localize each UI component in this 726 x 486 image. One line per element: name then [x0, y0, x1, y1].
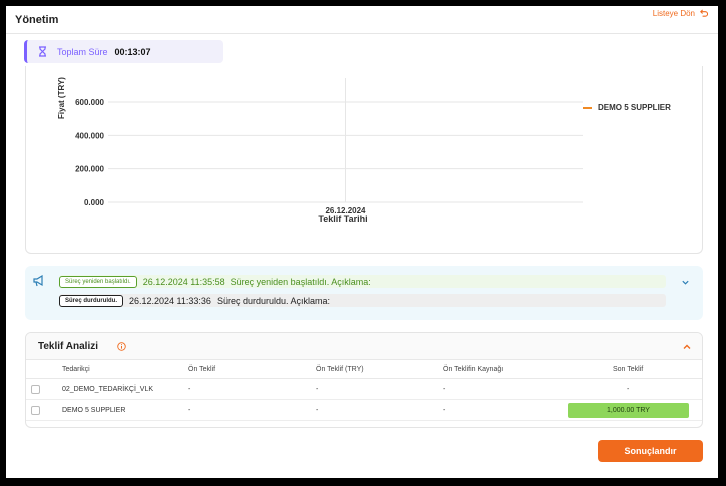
- title-bar: Yönetim Listeye Dön: [6, 6, 718, 34]
- chart-y-tick-label: 400.000: [75, 131, 104, 140]
- chart-y-tick-label: 600.000: [75, 98, 104, 107]
- last-offer-cell: -: [627, 386, 630, 393]
- pre-offer-source-cell: -: [443, 386, 446, 393]
- page: Yönetim Listeye Dön Toplam Süre 00:13:07…: [6, 6, 718, 478]
- log-message: Süreç yeniden başlatıldı. Açıklama:: [230, 276, 371, 287]
- chart-y-tick-label: 200.000: [75, 165, 104, 174]
- chart-legend[interactable]: DEMO 5 SUPPLIER: [583, 103, 671, 112]
- row-checkbox[interactable]: [31, 385, 40, 394]
- offer-analysis-title: Teklif Analizi: [38, 341, 99, 352]
- total-time-label: Toplam Süre: [57, 46, 108, 57]
- legend-series-name: DEMO 5 SUPPLIER: [598, 103, 671, 112]
- info-icon[interactable]: [117, 342, 126, 351]
- process-log: Süreç yeniden başlatıldı. 26.12.2024 11:…: [25, 266, 703, 320]
- pre-offer-try-cell: -: [316, 407, 319, 414]
- last-offer-badge: 1,000.00 TRY: [568, 403, 689, 418]
- supplier-cell: DEMO 5 SUPPLIER: [62, 407, 126, 414]
- status-badge: Süreç yeniden başlatıldı.: [59, 275, 137, 288]
- back-to-list-label: Listeye Dön: [652, 9, 695, 18]
- status-badge: Süreç durduruldu.: [59, 294, 124, 307]
- column-header: Ön Teklifin Kaynağı: [443, 366, 504, 373]
- pre-offer-source-cell: -: [443, 407, 446, 414]
- chart-y-tick-label: 0.000: [84, 198, 105, 207]
- table-header: Tedarikçi Ön Teklif Ön Teklif (TRY) Ön T…: [26, 360, 702, 379]
- return-arrow-icon: [700, 9, 708, 17]
- log-entry: Süreç yeniden başlatıldı. 26.12.2024 11:…: [59, 275, 666, 288]
- supplier-cell: 02_DEMO_TEDARİKÇİ_VLK: [62, 386, 154, 393]
- pre-offer-cell: -: [188, 407, 191, 414]
- log-entry: Süreç durduruldu. 26.12.2024 11:33:36 Sü…: [59, 294, 666, 307]
- log-timestamp: 26.12.2024 11:33:36: [129, 295, 211, 306]
- finalize-button[interactable]: Sonuçlandır: [598, 440, 703, 462]
- column-header: Tedarikçi: [62, 366, 90, 373]
- column-header: Son Teklif: [613, 366, 644, 373]
- column-header: Ön Teklif: [188, 366, 216, 373]
- chart-x-axis-label: Teklif Tarihi: [318, 214, 367, 224]
- table-row[interactable]: DEMO 5 SUPPLIER - - - 1,000.00 TRY: [26, 400, 702, 421]
- pre-offer-try-cell: -: [316, 386, 319, 393]
- column-header: Ön Teklif (TRY): [316, 366, 364, 373]
- pre-offer-cell: -: [188, 386, 191, 393]
- offer-analysis-header: Teklif Analizi: [26, 333, 702, 360]
- chevron-up-icon[interactable]: [682, 342, 692, 352]
- log-timestamp: 26.12.2024 11:35:58: [142, 276, 225, 287]
- megaphone-icon: [33, 275, 43, 287]
- total-time-box: Toplam Süre 00:13:07: [24, 40, 223, 63]
- table-row[interactable]: 02_DEMO_TEDARİKÇİ_VLK - - - -: [26, 379, 702, 400]
- offer-analysis-panel: Teklif Analizi Tedarikçi Ön Teklif Ön Te…: [25, 332, 703, 428]
- total-time-value: 00:13:07: [114, 46, 151, 57]
- chart-y-axis-label: Fiyat (TRY): [57, 77, 66, 119]
- legend-swatch: [583, 106, 592, 109]
- price-chart: 0.000 200.000 400.000 600.000 26.12.2024 Fi…: [25, 66, 703, 254]
- back-to-list-link[interactable]: Listeye Dön: [653, 9, 708, 18]
- chart-svg: 0.000200.000400.000600.000 26.12.2024 Fi…: [57, 77, 583, 224]
- chevron-down-icon[interactable]: [681, 278, 690, 287]
- page-title: Yönetim: [15, 14, 59, 26]
- log-message: Süreç durduruldu. Açıklama:: [216, 295, 330, 306]
- hourglass-icon: [39, 46, 46, 57]
- row-checkbox[interactable]: [31, 406, 40, 415]
